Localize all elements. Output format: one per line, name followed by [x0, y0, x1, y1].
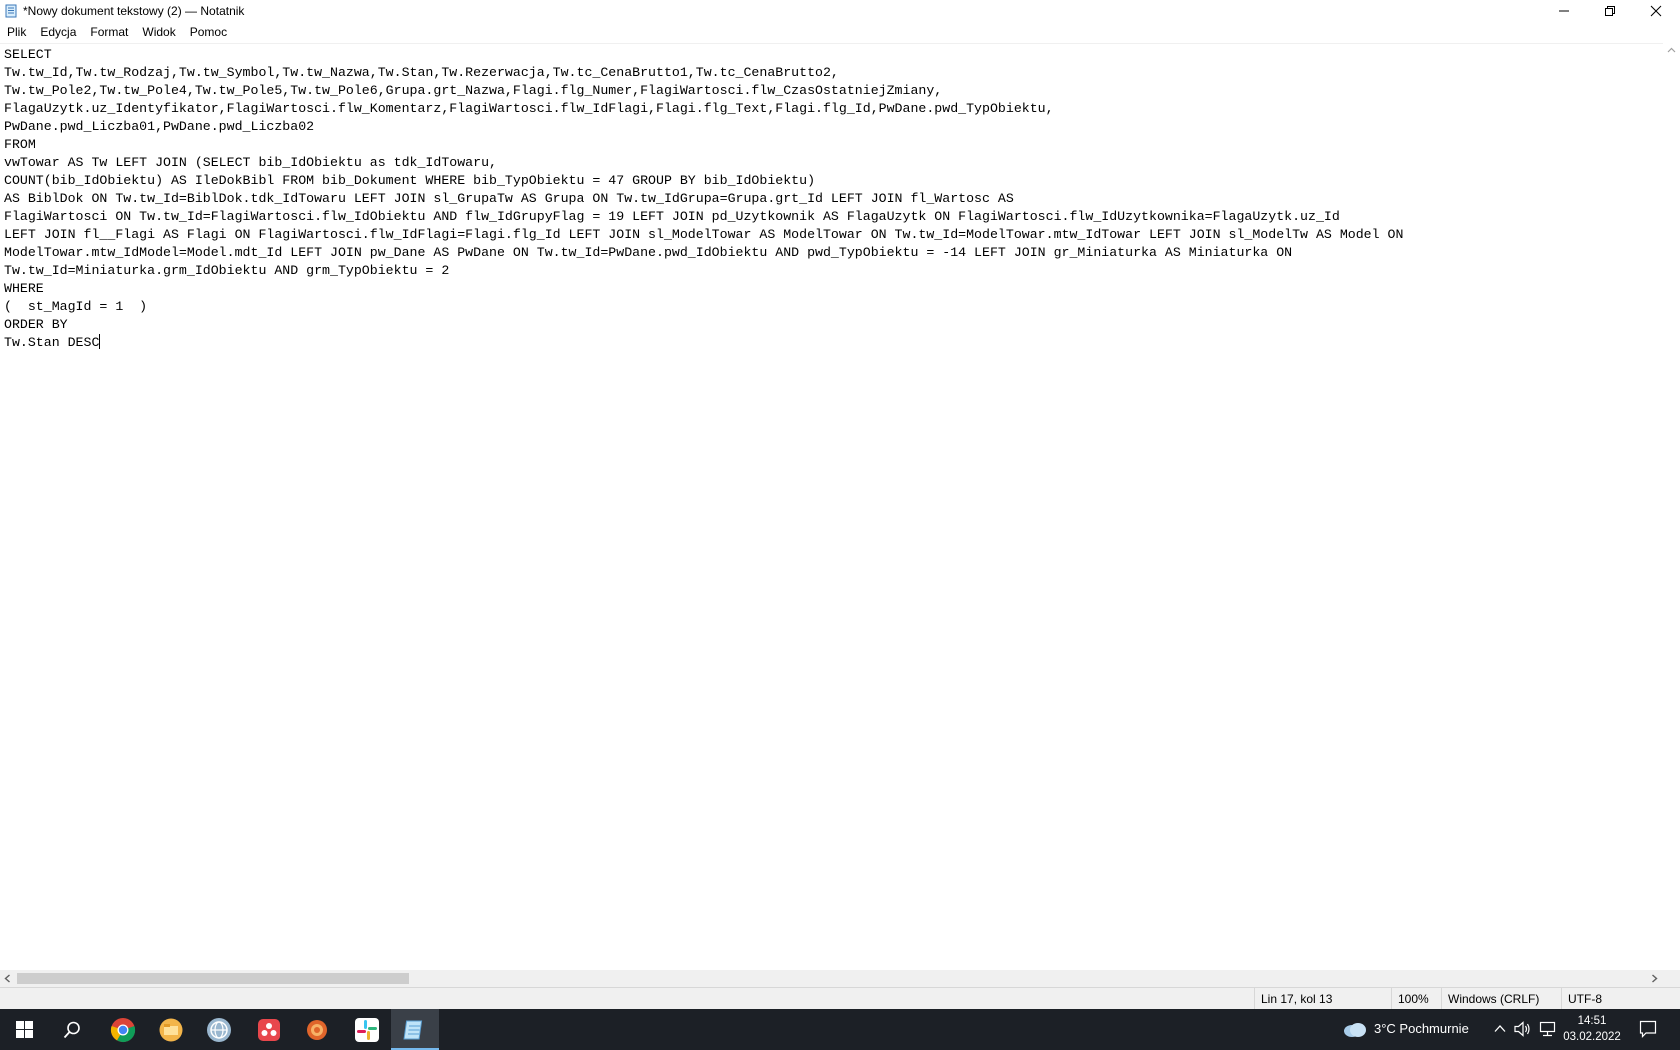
- line-ending: Windows (CRLF): [1441, 988, 1539, 1010]
- close-icon: [1650, 5, 1662, 17]
- slack-icon: [355, 1017, 379, 1042]
- scroll-right-arrow-icon[interactable]: [1651, 974, 1658, 983]
- taskbar-notepad[interactable]: [391, 1009, 439, 1050]
- chrome-icon: [110, 1017, 136, 1042]
- text-line: ORDER BY: [4, 317, 68, 332]
- globe-app-icon: [207, 1017, 231, 1042]
- taskbar-app-globe[interactable]: [195, 1009, 243, 1050]
- menu-bar: Plik Edycja Format Widok Pomoc: [0, 22, 1680, 43]
- text-line: Tw.Stan DESC: [4, 335, 100, 350]
- close-button[interactable]: [1633, 0, 1679, 22]
- weather-text[interactable]: 3°C Pochmurnie: [1374, 1021, 1469, 1036]
- text-line: AS BiblDok ON Tw.tw_Id=BiblDok.tdk_IdTow…: [4, 191, 1014, 206]
- volume-icon[interactable]: [1514, 1021, 1532, 1037]
- restore-button[interactable]: [1587, 0, 1633, 22]
- text-line: Tw.tw_Id=Miniaturka.grm_IdObiektu AND gr…: [4, 263, 450, 278]
- minimize-icon: [1559, 10, 1569, 12]
- horizontal-scroll-thumb[interactable]: [17, 973, 409, 984]
- text-line: SELECT: [4, 47, 52, 62]
- restore-icon: [1605, 6, 1615, 16]
- clock-date: 03.02.2022: [1563, 1031, 1621, 1043]
- text-line: WHERE: [4, 281, 44, 296]
- menu-edit[interactable]: Edycja: [33, 22, 83, 43]
- start-button[interactable]: [0, 1009, 48, 1050]
- cloud-weather-icon[interactable]: [1343, 1021, 1367, 1038]
- minimize-button[interactable]: [1541, 0, 1587, 22]
- taskbar-clock[interactable]: 14:51 03.02.2022: [1556, 1013, 1628, 1045]
- text-line: PwDane.pwd_Liczba01,PwDane.pwd_Liczba02: [4, 119, 315, 134]
- text-line: FlagiWartosci ON Tw.tw_Id=FlagiWartosci.…: [4, 209, 1340, 224]
- scroll-up-arrow-icon[interactable]: [1667, 47, 1676, 53]
- status-bar: Lin 17, kol 13 100% Windows (CRLF) UTF-8: [0, 987, 1680, 1010]
- taskbar: 3°C Pochmurnie 14:51 03.02.2022: [0, 1009, 1680, 1050]
- taskbar-app-red[interactable]: [245, 1009, 293, 1050]
- text-line: FROM: [4, 137, 36, 152]
- text-line: ModelTowar.mtw_IdModel=Model.mdt_Id LEFT…: [4, 245, 1293, 260]
- red-app-icon: [258, 1018, 280, 1041]
- vertical-scrollbar[interactable]: [1663, 43, 1680, 970]
- text-line: Tw.tw_Id,Tw.tw_Rodzaj,Tw.tw_Symbol,Tw.tw…: [4, 65, 839, 80]
- text-line: vwTowar AS Tw LEFT JOIN (SELECT bib_IdOb…: [4, 155, 497, 170]
- taskbar-file-explorer[interactable]: [147, 1009, 195, 1050]
- text-line: Tw.tw_Pole2,Tw.tw_Pole4,Tw.tw_Pole5,Tw.t…: [4, 83, 943, 98]
- chevron-up-icon[interactable]: [1494, 1024, 1506, 1033]
- text-line: COUNT(bib_IdObiektu) AS IleDokBibl FROM …: [4, 173, 816, 188]
- window-title: *Nowy dokument tekstowy (2) — Notatnik: [23, 4, 245, 18]
- windows-logo-icon: [15, 1021, 33, 1038]
- folder-icon: [159, 1018, 183, 1041]
- text-line: ( st_MagId = 1 ): [4, 299, 148, 314]
- search-button[interactable]: [48, 1009, 96, 1050]
- taskbar-chrome[interactable]: [99, 1009, 147, 1050]
- orange-app-icon: [307, 1019, 327, 1040]
- cursor-position: Lin 17, kol 13: [1254, 988, 1332, 1010]
- network-icon[interactable]: [1539, 1021, 1557, 1037]
- menu-help[interactable]: Pomoc: [183, 22, 234, 43]
- encoding: UTF-8: [1561, 988, 1602, 1010]
- title-bar: *Nowy dokument tekstowy (2) — Notatnik: [0, 0, 1680, 22]
- notepad-app-icon: [5, 4, 17, 18]
- text-line: FlagaUzytk.uz_Identyfikator,FlagiWartosc…: [4, 101, 1054, 116]
- last-text-line: Tw.Stan DESC: [4, 334, 1403, 352]
- horizontal-scrollbar[interactable]: [0, 970, 1680, 987]
- text-editor[interactable]: SELECT Tw.tw_Id,Tw.tw_Rodzaj,Tw.tw_Symbol…: [0, 43, 1663, 970]
- zoom-level: 100%: [1391, 988, 1429, 1010]
- taskbar-app-orange[interactable]: [293, 1009, 341, 1050]
- notepad-icon: [403, 1020, 423, 1039]
- scroll-left-arrow-icon[interactable]: [4, 974, 11, 983]
- clock-time: 14:51: [1577, 1015, 1607, 1027]
- taskbar-slack[interactable]: [343, 1009, 391, 1050]
- menu-format[interactable]: Format: [83, 22, 135, 43]
- search-icon: [63, 1021, 80, 1038]
- editor-content[interactable]: SELECT Tw.tw_Id,Tw.tw_Rodzaj,Tw.tw_Symbol…: [4, 46, 1403, 352]
- menu-file[interactable]: Plik: [0, 22, 33, 43]
- menu-view[interactable]: Widok: [135, 22, 182, 43]
- text-caret: [99, 334, 101, 349]
- notification-center-icon[interactable]: [1639, 1020, 1657, 1038]
- text-line: LEFT JOIN fl__Flagi AS Flagi ON FlagiWar…: [4, 227, 1404, 242]
